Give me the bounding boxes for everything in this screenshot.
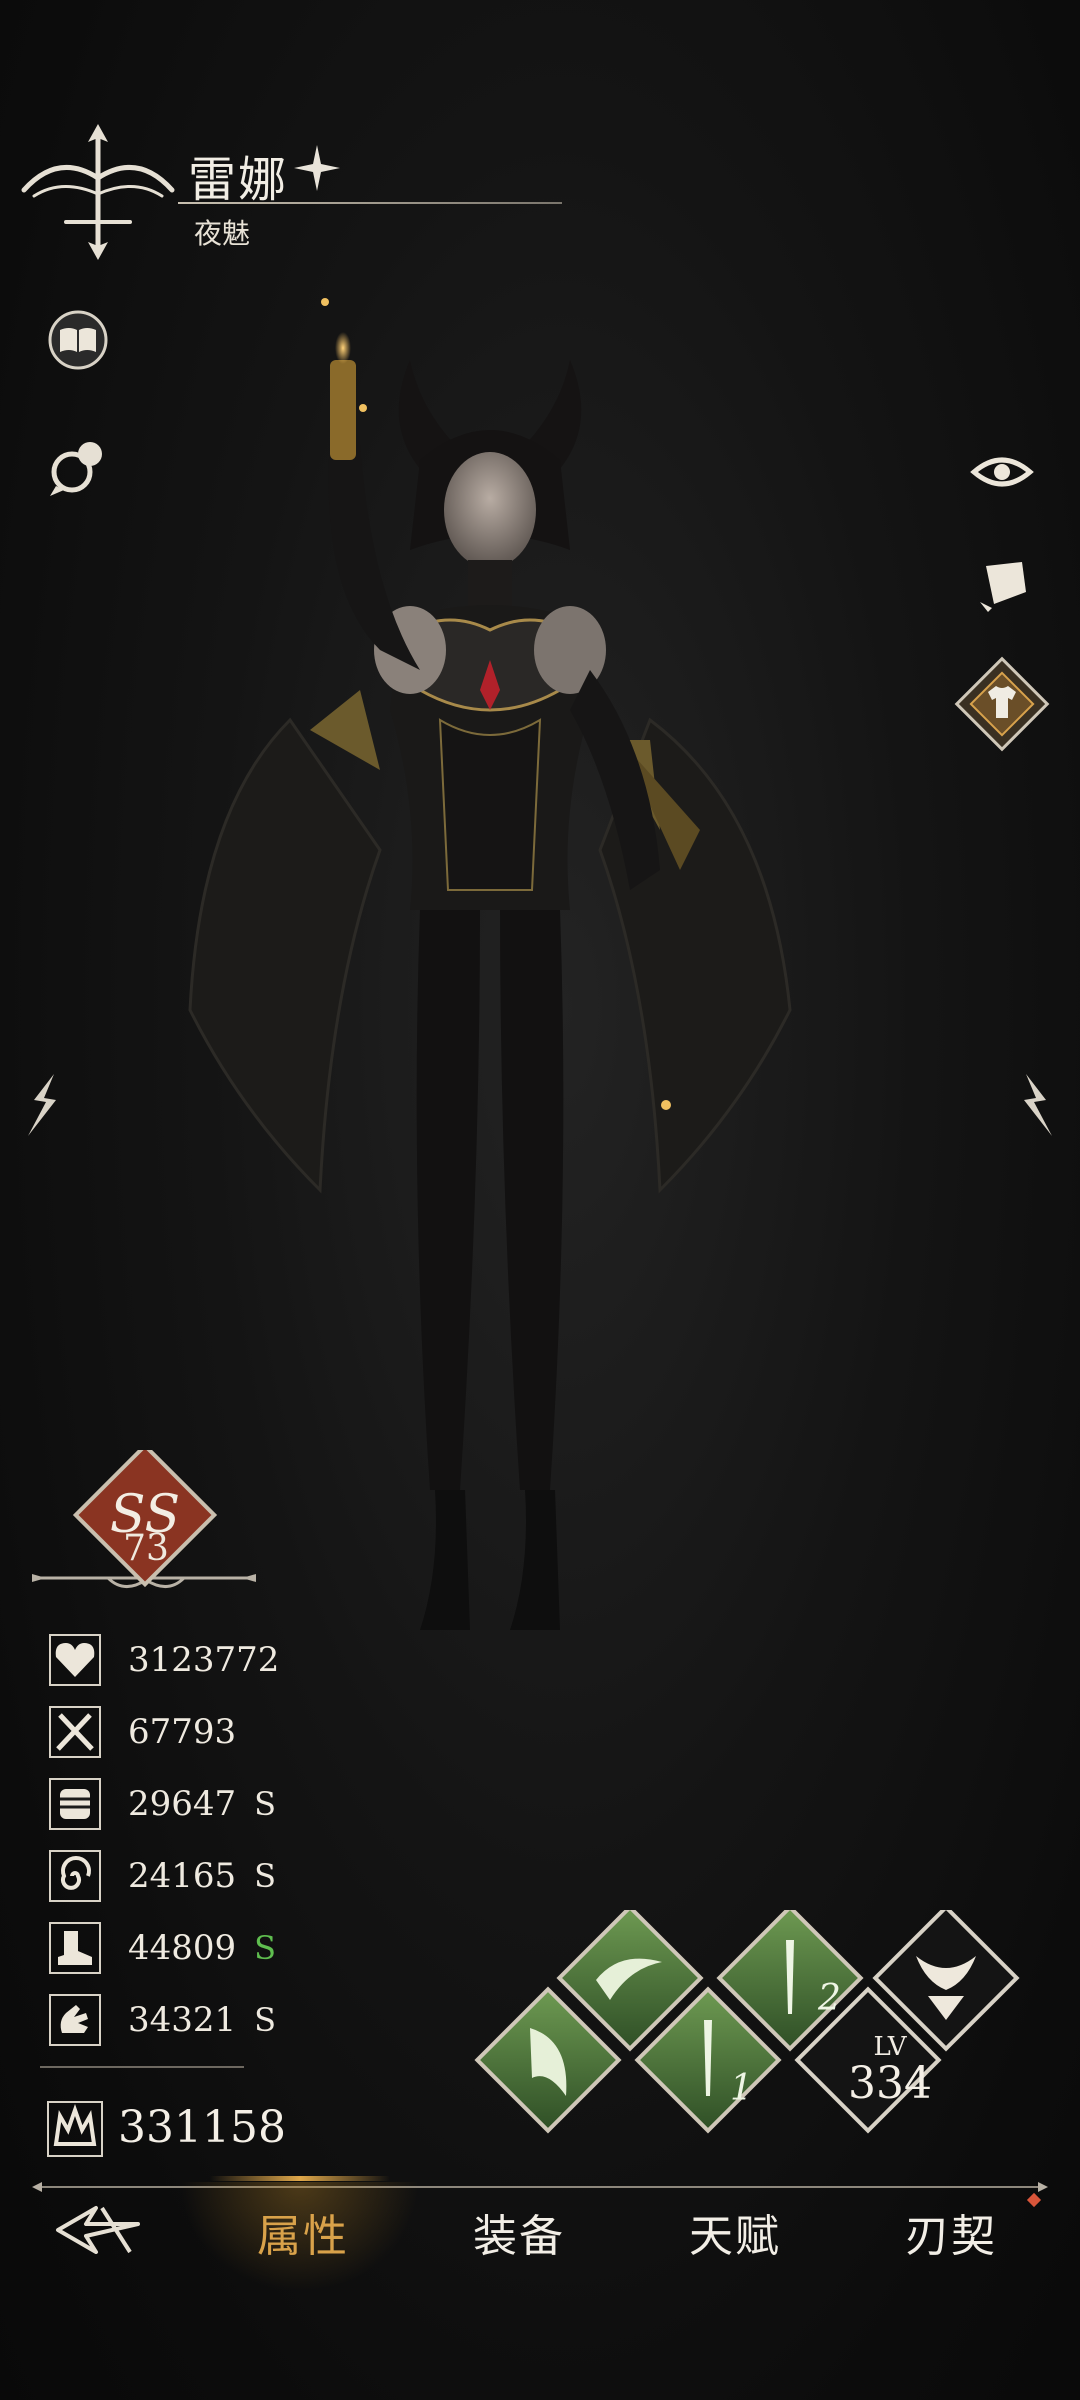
card-icon[interactable] — [970, 552, 1034, 616]
stat-row-spiral: 24165 S — [48, 1848, 408, 1904]
hero-subtitle: 夜魅 — [194, 217, 251, 250]
hand-icon — [49, 1994, 101, 2046]
skills-panel: 2 1 — [474, 1910, 1020, 2134]
notification-dot-icon — [1026, 2192, 1042, 2208]
stat-value: 67793 — [128, 1712, 237, 1752]
fist-icon — [49, 1778, 101, 1830]
boot-icon — [49, 1922, 101, 1974]
stat-grade: S — [254, 1857, 277, 1895]
combat-power-value: 331158 — [118, 2102, 286, 2153]
chat-icon[interactable] — [46, 436, 110, 500]
crown-power-icon — [47, 2101, 103, 2157]
eye-icon[interactable] — [970, 440, 1034, 504]
stat-grade: S — [254, 1785, 277, 1823]
stat-row-attack: 67793 — [48, 1704, 408, 1760]
stat-row-fist: 29647 S — [48, 1776, 408, 1832]
costume-icon[interactable] — [950, 652, 1054, 756]
stat-row-hand: 34321 S — [48, 1992, 408, 2048]
skill-2-number: 2 — [817, 1978, 841, 2019]
next-hero-arrow-icon[interactable] — [1016, 1070, 1060, 1140]
health-heart-icon — [49, 1634, 101, 1686]
rank-badge-icon: SS — [32, 1450, 256, 1588]
stat-value: 3123772 — [128, 1640, 280, 1680]
skill-1-number: 1 — [730, 2068, 753, 2109]
stat-value: 24165 — [128, 1856, 237, 1896]
rank-level: 73 — [123, 1528, 169, 1569]
stats-divider — [40, 2066, 244, 2068]
tab-blade-pact[interactable]: 刃契 — [866, 2200, 1036, 2264]
skill-lv-value: 334 — [848, 2058, 932, 2109]
hero-character-illustration — [188, 298, 792, 1630]
star-icon — [294, 145, 340, 191]
stat-value: 29647 — [128, 1784, 237, 1824]
active-tab-indicator — [210, 2176, 390, 2181]
stat-value: 34321 — [128, 2000, 237, 2040]
previous-hero-arrow-icon[interactable] — [20, 1070, 64, 1140]
spiral-icon — [49, 1850, 101, 1902]
tab-attributes[interactable]: 属性 — [218, 2200, 388, 2264]
back-icon[interactable] — [52, 2198, 144, 2262]
stat-value: 44809 — [128, 1928, 237, 1968]
stat-row-health: 3123772 — [48, 1632, 408, 1688]
stat-grade: S — [254, 1929, 277, 1967]
bow-class-icon — [21, 124, 175, 260]
attack-swords-icon — [49, 1706, 101, 1758]
tab-talent[interactable]: 天赋 — [650, 2200, 820, 2264]
tab-equipment[interactable]: 装备 — [434, 2200, 604, 2264]
stat-row-speed: 44809 S — [48, 1920, 408, 1976]
name-underline — [178, 202, 562, 204]
book-icon[interactable] — [46, 308, 110, 372]
hero-name: 雷娜 — [188, 152, 289, 208]
stat-grade: S — [254, 2001, 277, 2039]
